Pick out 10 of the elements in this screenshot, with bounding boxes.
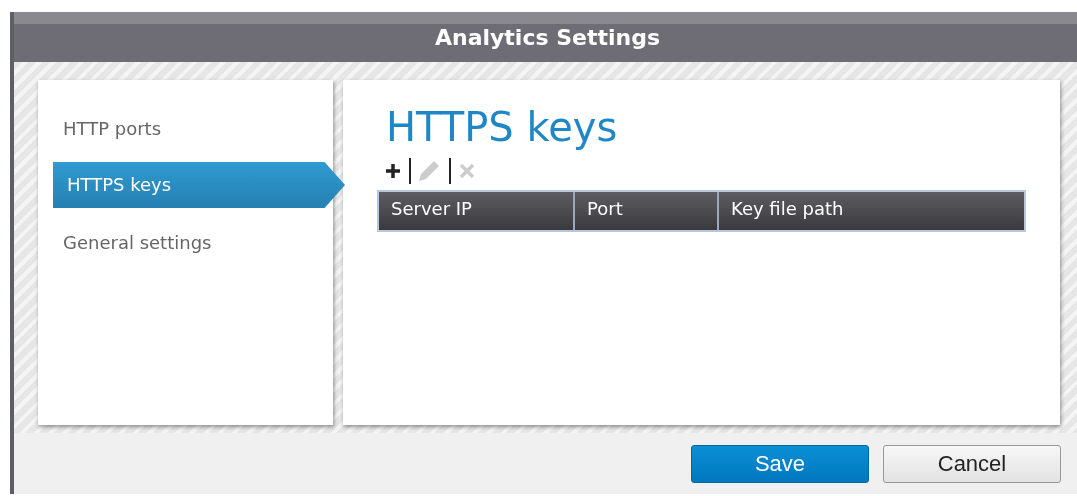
column-header: Server IP [379, 192, 575, 230]
save-button[interactable]: Save [691, 444, 869, 483]
column-header: Port [575, 192, 719, 230]
window-title: Analytics Settings [434, 24, 661, 50]
sidebar-item[interactable]: General settings [38, 222, 333, 280]
page-heading: HTTPS keys [386, 103, 619, 152]
cancel-button[interactable]: Cancel [883, 444, 1061, 483]
column-header: Key file path [730, 197, 845, 221]
add-icon[interactable] [383, 161, 403, 181]
sidebar-item[interactable]: HTTPS keys [53, 162, 345, 208]
